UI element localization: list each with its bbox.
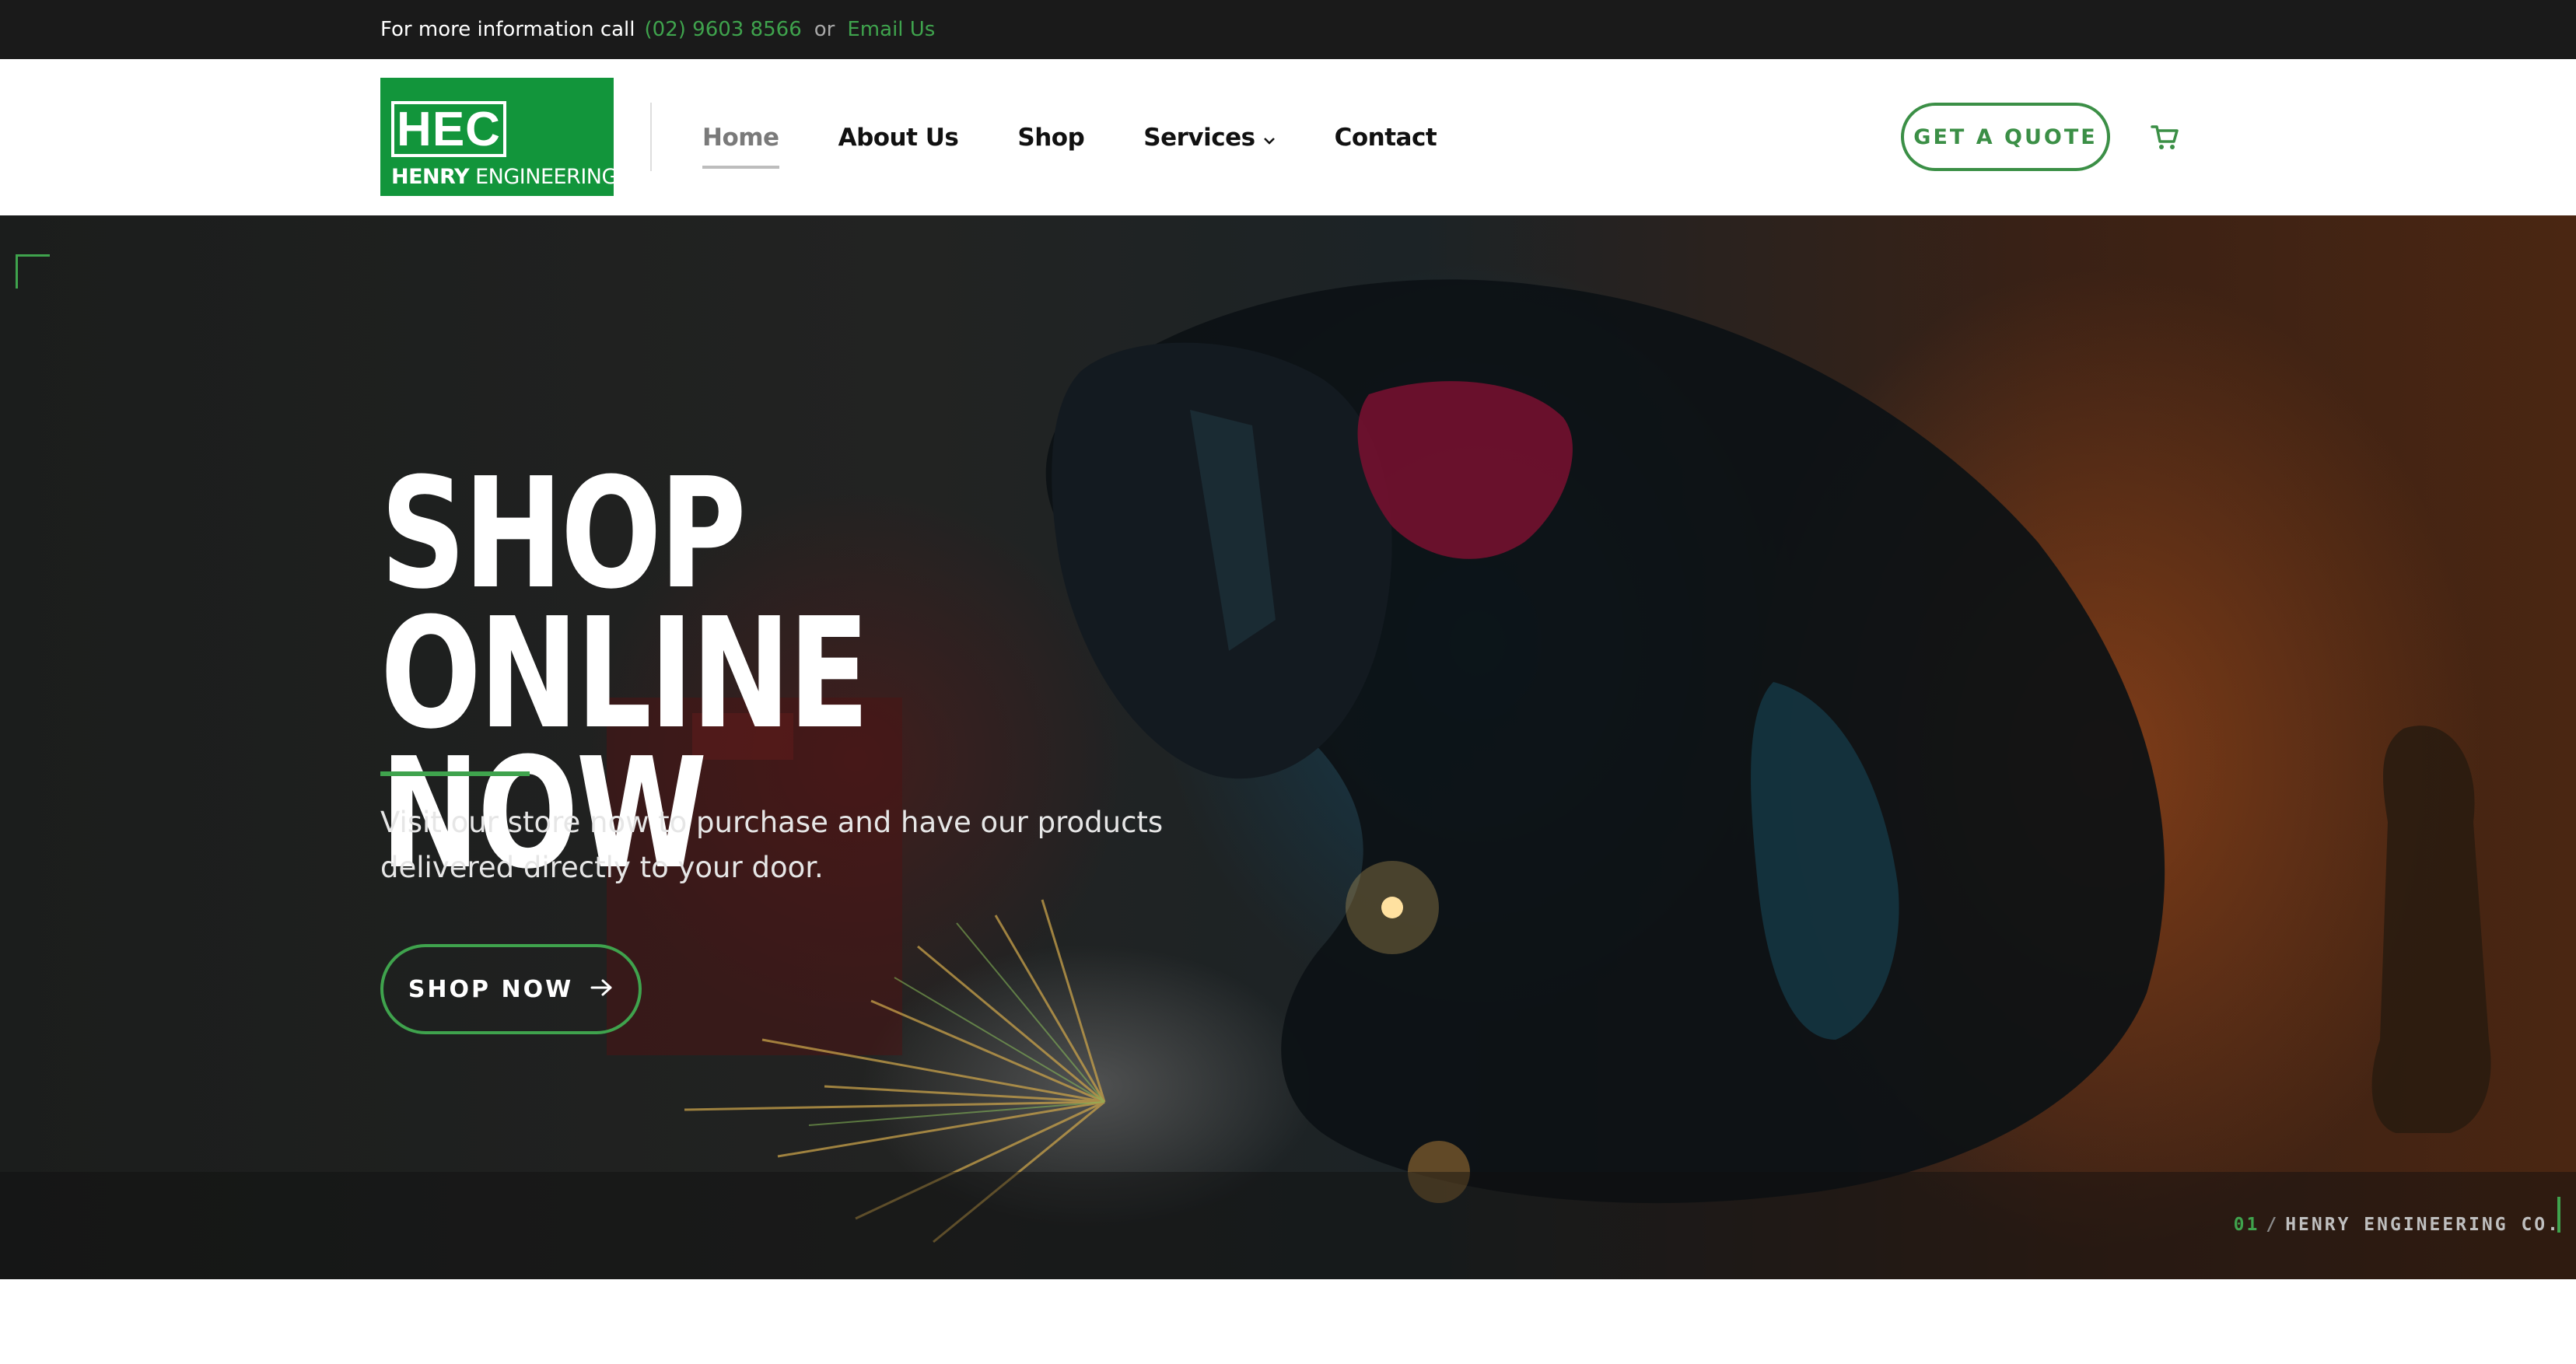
logo[interactable]: HEC HENRY ENGINEERING [380, 78, 618, 196]
nav-item-label: Shop [1017, 123, 1085, 152]
email-link[interactable]: Email Us [847, 18, 935, 41]
logo-name-bold: HENRY [391, 165, 470, 189]
hero-title-line-1: SHOP ONLINE [380, 446, 870, 763]
site-header: HEC HENRY ENGINEERING Home About Us Shop… [0, 59, 2576, 215]
logo-monogram-box: HEC [391, 101, 506, 157]
nav-item-home[interactable]: Home [702, 123, 779, 169]
phone-link[interactable]: (02) 9603 8566 [645, 18, 802, 41]
shop-now-button[interactable]: SHOP NOW [380, 944, 642, 1034]
hero-title-underline [380, 771, 530, 776]
nav-item-label: Services [1143, 123, 1255, 152]
logo-monogram: HEC [397, 102, 501, 156]
nav-item-shop[interactable]: Shop [1017, 124, 1084, 152]
slide-number: 01 [2233, 1215, 2260, 1235]
nav-item-label: Home [702, 123, 779, 152]
hero-banner: SHOP ONLINE NOW Visit our store now to p… [0, 215, 2576, 1279]
get-a-quote-button[interactable]: GET A QUOTE [1901, 103, 2110, 171]
logo-name-rest: ENGINEERING [469, 165, 618, 189]
hero-subtitle: Visit our store now to purchase and have… [380, 806, 1164, 884]
nav-item-label: Contact [1334, 123, 1437, 152]
logo-wordmark: HENRY ENGINEERING [391, 165, 618, 189]
decorative-corner-top-left [16, 254, 50, 289]
arrow-right-icon [590, 976, 614, 1003]
cart-icon[interactable] [2150, 121, 2181, 152]
top-info-content: For more information call (02) 9603 8566… [380, 0, 935, 59]
chevron-down-icon [1263, 124, 1276, 152]
info-lead-text: For more information call [380, 18, 635, 41]
info-or-text: or [814, 18, 835, 41]
header-divider [650, 103, 652, 171]
nav-item-label: About Us [838, 123, 959, 152]
slide-separator: / [2266, 1215, 2280, 1235]
nav-item-services[interactable]: Services [1143, 124, 1275, 152]
slide-counter: 01 /HENRY ENGINEERING CO. [2234, 1215, 2560, 1235]
slide-caption: HENRY ENGINEERING CO. [2285, 1215, 2560, 1235]
main-nav: Home About Us Shop Services Contact [702, 59, 1496, 215]
top-info-bar: For more information call (02) 9603 8566… [0, 0, 2576, 59]
nav-item-contact[interactable]: Contact [1335, 124, 1437, 152]
shop-now-label: SHOP NOW [408, 975, 574, 1003]
nav-item-about-us[interactable]: About Us [838, 124, 959, 152]
